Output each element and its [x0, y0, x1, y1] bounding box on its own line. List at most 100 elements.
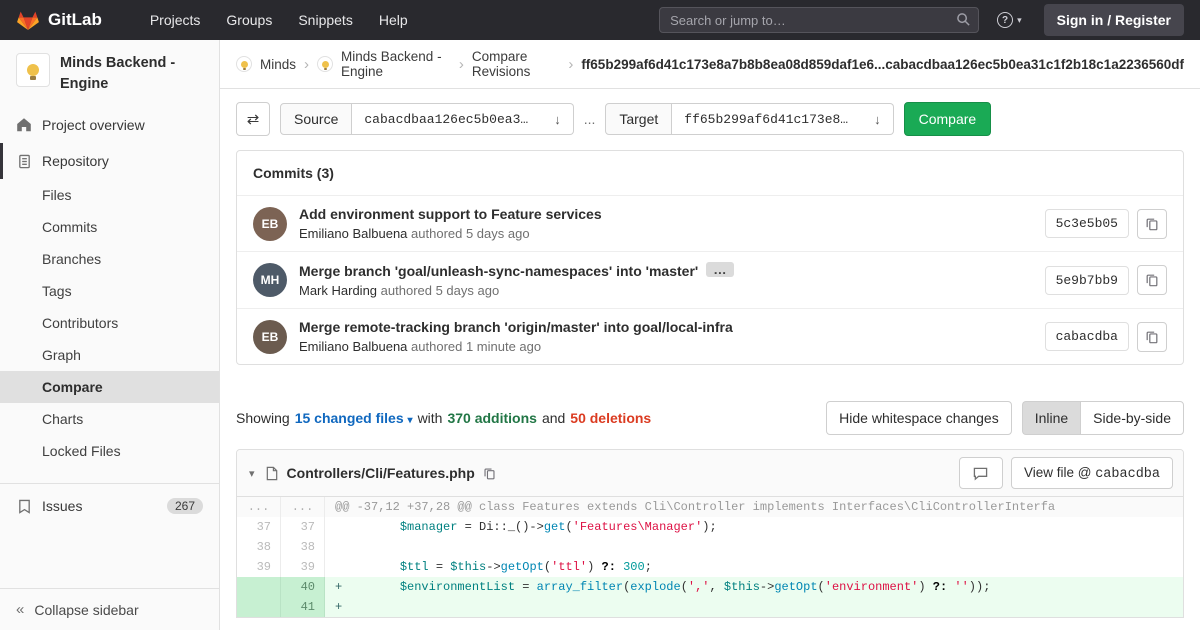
project-avatar — [16, 53, 50, 87]
sidebar-item-charts[interactable]: Charts — [0, 403, 219, 435]
commit-author-link[interactable]: Emiliano Balbuena — [299, 226, 407, 241]
source-ref-dropdown[interactable]: cabacdbaa126ec5b0ea3… ↓ — [352, 103, 573, 135]
nav-help[interactable]: Help — [379, 12, 408, 28]
collapse-diff-caret-icon[interactable]: ▾ — [247, 467, 257, 480]
old-line-number[interactable] — [237, 577, 281, 597]
collapse-sidebar-button[interactable]: « Collapse sidebar — [0, 588, 219, 630]
copy-path-icon[interactable] — [483, 467, 496, 480]
sidebar-item-repository[interactable]: Repository — [0, 143, 219, 179]
sidebar-item-issues[interactable]: Issues 267 — [0, 488, 219, 524]
commit-author-link[interactable]: Emiliano Balbuena — [299, 339, 407, 354]
new-line-number[interactable]: 39 — [281, 557, 325, 577]
diff-line: 3737 $manager = Di::_()->get('Features\M… — [237, 517, 1183, 537]
project-context[interactable]: Minds Backend - Engine — [0, 40, 219, 107]
additions-count: 370 additions — [447, 410, 536, 426]
sidebar-item-files[interactable]: Files — [0, 179, 219, 211]
copy-sha-button[interactable] — [1137, 265, 1167, 295]
commit-row: MH Merge branch 'goal/unleash-sync-names… — [237, 251, 1183, 308]
sign-in-button[interactable]: Sign in / Register — [1044, 4, 1184, 36]
target-ref-group: Target ff65b299af6d41c173e8… ↓ — [605, 103, 893, 135]
commit-title-link[interactable]: Add environment support to Feature servi… — [299, 206, 602, 222]
breadcrumb-project-link[interactable]: Minds Backend - Engine — [341, 49, 451, 79]
author-avatar[interactable]: EB — [253, 207, 287, 241]
copy-sha-button[interactable] — [1137, 209, 1167, 239]
sidebar-item-compare[interactable]: Compare — [0, 371, 219, 403]
breadcrumb-separator: › — [459, 56, 464, 73]
search-input[interactable] — [659, 7, 979, 33]
search-icon[interactable] — [956, 12, 971, 27]
gitlab-tanuki-icon — [16, 8, 40, 32]
target-ref-dropdown[interactable]: ff65b299af6d41c173e8… ↓ — [672, 103, 893, 135]
expand-description-button[interactable]: … — [706, 262, 733, 277]
commit-meta: Emiliano Balbuena authored 5 days ago — [299, 226, 1033, 241]
author-avatar[interactable]: MH — [253, 263, 287, 297]
author-avatar[interactable]: EB — [253, 320, 287, 354]
breadcrumb: Minds › Minds Backend - Engine › Compare… — [220, 40, 1200, 89]
compare-button[interactable]: Compare — [904, 102, 992, 136]
side-by-side-view-button[interactable]: Side-by-side — [1080, 401, 1184, 435]
comment-on-file-button[interactable] — [959, 457, 1003, 489]
help-dropdown[interactable]: ? ▾ — [997, 12, 1022, 28]
commit-title-link[interactable]: Merge branch 'goal/unleash-sync-namespac… — [299, 263, 698, 279]
commit-title-link[interactable]: Merge remote-tracking branch 'origin/mas… — [299, 319, 733, 335]
changed-files-summary: Showing 15 changed files ▾ with 370 addi… — [236, 410, 651, 426]
home-icon — [16, 117, 32, 133]
new-line-number[interactable]: 40 — [281, 577, 325, 597]
commit-author-link[interactable]: Mark Harding — [299, 283, 377, 298]
copy-sha-button[interactable] — [1137, 322, 1167, 352]
question-icon: ? — [997, 12, 1013, 28]
commit-sha-link[interactable]: cabacdba — [1045, 322, 1129, 351]
dropdown-arrow-icon: ↓ — [554, 112, 561, 127]
nav-projects[interactable]: Projects — [150, 12, 201, 28]
diff-line: 41+ — [237, 597, 1183, 617]
new-line-number[interactable]: ... — [281, 497, 325, 517]
breadcrumb-separator: › — [568, 56, 573, 73]
target-label: Target — [605, 103, 672, 135]
commit-sha-link[interactable]: 5c3e5b05 — [1045, 209, 1129, 238]
lightbulb-icon — [322, 61, 329, 68]
gitlab-logo-link[interactable]: GitLab — [16, 8, 102, 32]
double-chevron-left-icon: « — [16, 601, 24, 618]
sidebar-item-branches[interactable]: Branches — [0, 243, 219, 275]
inline-view-button[interactable]: Inline — [1022, 401, 1080, 435]
nav-snippets[interactable]: Snippets — [298, 12, 352, 28]
diff-code: $manager = Di::_()->get('Features\Manage… — [325, 517, 1183, 537]
breadcrumb-compare-link[interactable]: Compare Revisions — [472, 49, 560, 79]
old-line-number[interactable] — [237, 597, 281, 617]
file-icon — [265, 466, 279, 481]
nav-groups[interactable]: Groups — [226, 12, 272, 28]
sidebar-item-project-overview[interactable]: Project overview — [0, 107, 219, 143]
old-line-number[interactable]: 37 — [237, 517, 281, 537]
new-line-number[interactable]: 41 — [281, 597, 325, 617]
swap-revisions-button[interactable]: ⇄ — [236, 102, 270, 136]
lightbulb-icon — [241, 61, 248, 68]
hide-whitespace-button[interactable]: Hide whitespace changes — [826, 401, 1012, 435]
old-line-number[interactable]: ... — [237, 497, 281, 517]
new-line-number[interactable]: 37 — [281, 517, 325, 537]
diff-file-panel: ▾ Controllers/Cli/Features.php — [236, 449, 1184, 618]
breadcrumb-group-link[interactable]: Minds — [260, 57, 296, 72]
main-nav: Projects Groups Snippets Help — [150, 12, 408, 28]
diff-table: ......@@ -37,12 +37,28 @@ class Features… — [237, 497, 1183, 617]
view-file-button[interactable]: View file @ cabacdba — [1011, 457, 1173, 489]
diff-code: $ttl = $this->getOpt('ttl') ?: 300; — [325, 557, 1183, 577]
commit-sha-link[interactable]: 5e9b7bb9 — [1045, 266, 1129, 295]
source-label: Source — [280, 103, 352, 135]
chevron-down-icon: ▾ — [1017, 15, 1022, 26]
project-title: Minds Backend - Engine — [60, 53, 203, 95]
issues-count-badge: 267 — [167, 498, 203, 514]
new-line-number[interactable]: 38 — [281, 537, 325, 557]
sidebar-item-graph[interactable]: Graph — [0, 339, 219, 371]
comment-bubble-icon — [973, 466, 988, 481]
old-line-number[interactable]: 39 — [237, 557, 281, 577]
sidebar-item-commits[interactable]: Commits — [0, 211, 219, 243]
sidebar-item-contributors[interactable]: Contributors — [0, 307, 219, 339]
diff-view-toggle: Inline Side-by-side — [1022, 401, 1184, 435]
diff-file-name-link[interactable]: Controllers/Cli/Features.php — [287, 465, 475, 481]
diff-code: + $environmentList = array_filter(explod… — [325, 577, 1183, 597]
changed-files-dropdown[interactable]: 15 changed files ▾ — [295, 410, 413, 426]
sidebar-item-tags[interactable]: Tags — [0, 275, 219, 307]
clipboard-icon — [1145, 217, 1159, 231]
sidebar-item-locked-files[interactable]: Locked Files — [0, 435, 219, 467]
old-line-number[interactable]: 38 — [237, 537, 281, 557]
